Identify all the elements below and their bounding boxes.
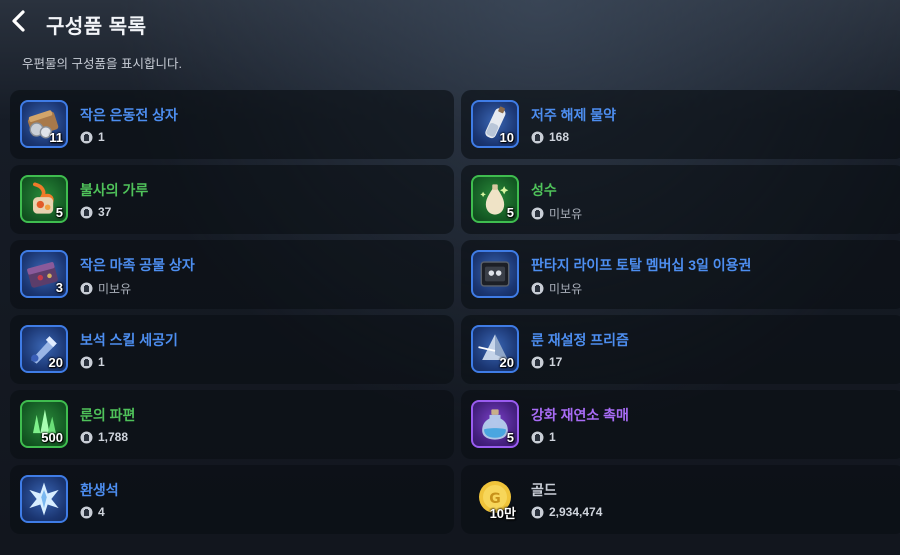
- inventory-bag-icon: [80, 282, 93, 295]
- item-quantity: 500: [41, 430, 63, 445]
- owned-value: 1,788: [98, 430, 129, 444]
- owned-value: 168: [549, 130, 570, 144]
- item-quantity: 3: [55, 280, 63, 295]
- gem-crafting-tool-icon: 20: [20, 325, 68, 373]
- owned-value: 1: [549, 430, 556, 444]
- owned-count: 1,788: [80, 430, 128, 444]
- item-name: 룬의 파편: [80, 407, 136, 423]
- item-quantity: 5: [55, 205, 63, 220]
- list-item[interactable]: 11 작은 은동전 상자 1: [10, 90, 454, 159]
- inventory-bag-icon: [531, 356, 544, 368]
- owned-value: 4: [98, 505, 105, 519]
- owned-value: 1: [98, 130, 105, 144]
- inventory-bag-icon: [80, 206, 93, 218]
- list-item[interactable]: 판타지 라이프 토탈 멤버십 3일 이용권 미보유: [461, 240, 900, 309]
- header: 구성품 목록: [0, 0, 900, 44]
- demon-tribute-box-icon: 3: [20, 250, 68, 298]
- inventory-bag-icon: [531, 506, 544, 518]
- rune-shard-icon: 500: [20, 400, 68, 448]
- inventory-bag-icon: [80, 506, 93, 518]
- list-item[interactable]: 5 강화 재연소 촉매 1: [461, 390, 900, 459]
- chevron-left-icon: [12, 10, 25, 32]
- owned-count: 17: [531, 355, 562, 369]
- inventory-bag-icon: [531, 207, 544, 220]
- item-name: 강화 재연소 촉매: [531, 407, 629, 423]
- inventory-bag-icon: [531, 431, 544, 443]
- owned-value: 37: [98, 205, 112, 219]
- owned-count: 미보유: [531, 280, 582, 297]
- page-title: 구성품 목록: [46, 16, 147, 38]
- list-item[interactable]: 5 성수 미보유: [461, 165, 900, 234]
- owned-count: 미보유: [531, 205, 582, 222]
- item-name: 성수: [531, 182, 557, 198]
- catalyst-bottle-icon: 5: [471, 400, 519, 448]
- list-item[interactable]: G 10만 골드 2,934,474: [461, 465, 900, 534]
- item-name: 판타지 라이프 토탈 멤버십 3일 이용권: [531, 257, 752, 273]
- item-name: 보석 스킬 세공기: [80, 332, 178, 348]
- owned-count: 2,934,474: [531, 505, 602, 519]
- phoenix-powder-icon: 5: [20, 175, 68, 223]
- item-name: 작은 은동전 상자: [80, 107, 178, 123]
- owned-value: 미보유: [98, 282, 132, 296]
- item-name: 작은 마족 공물 상자: [80, 257, 195, 273]
- item-quantity: 5: [506, 430, 514, 445]
- owned-value: 2,934,474: [549, 505, 603, 519]
- owned-count: 37: [80, 205, 111, 219]
- owned-count: 4: [80, 505, 105, 519]
- item-quantity: 20: [48, 355, 63, 370]
- list-item[interactable]: 500 룬의 파편 1,788: [10, 390, 454, 459]
- list-item[interactable]: 20 보석 스킬 세공기 1: [10, 315, 454, 384]
- owned-count: 168: [531, 130, 569, 144]
- item-quantity: 11: [49, 130, 63, 145]
- rebirth-stone-icon: [20, 475, 68, 523]
- inventory-bag-icon: [531, 131, 544, 143]
- owned-count: 1: [80, 355, 105, 369]
- item-name: 룬 재설정 프리즘: [531, 332, 629, 348]
- list-item[interactable]: 5 불사의 가루 37: [10, 165, 454, 234]
- inventory-bag-icon: [80, 356, 93, 368]
- list-item[interactable]: 20 룬 재설정 프리즘 17: [461, 315, 900, 384]
- owned-value: 1: [98, 355, 105, 369]
- owned-count: 1: [80, 130, 105, 144]
- item-grid: 11 작은 은동전 상자 1 10 저주 해제 물약 168 5 불사의 가루 …: [10, 90, 900, 534]
- potion-bottle-icon: 10: [471, 100, 519, 148]
- page-subtitle: 우편물의 구성품을 표시합니다.: [22, 57, 182, 71]
- membership-ticket-icon: [471, 250, 519, 298]
- holy-water-icon: 5: [471, 175, 519, 223]
- list-item[interactable]: 환생석 4: [10, 465, 454, 534]
- item-quantity: 5: [506, 205, 514, 220]
- gold-coin-icon: G 10만: [471, 475, 519, 523]
- owned-count: 1: [531, 430, 556, 444]
- inventory-bag-icon: [80, 431, 93, 443]
- owned-value: 미보유: [549, 207, 583, 221]
- owned-value: 미보유: [549, 282, 583, 296]
- back-button[interactable]: [6, 8, 32, 34]
- rune-prism-icon: 20: [471, 325, 519, 373]
- owned-value: 17: [549, 355, 563, 369]
- item-name: 환생석: [80, 482, 119, 498]
- item-quantity: 20: [499, 355, 514, 370]
- item-name: 저주 해제 물약: [531, 107, 617, 123]
- item-name: 불사의 가루: [80, 182, 149, 198]
- item-quantity: 10: [499, 130, 514, 145]
- inventory-bag-icon: [531, 282, 544, 295]
- item-name: 골드: [531, 482, 557, 498]
- item-quantity: 10만: [489, 506, 516, 521]
- list-item[interactable]: 3 작은 마족 공물 상자 미보유: [10, 240, 454, 309]
- owned-count: 미보유: [80, 280, 131, 297]
- silver-coin-chest-icon: 11: [20, 100, 68, 148]
- list-item[interactable]: 10 저주 해제 물약 168: [461, 90, 900, 159]
- inventory-bag-icon: [80, 131, 93, 143]
